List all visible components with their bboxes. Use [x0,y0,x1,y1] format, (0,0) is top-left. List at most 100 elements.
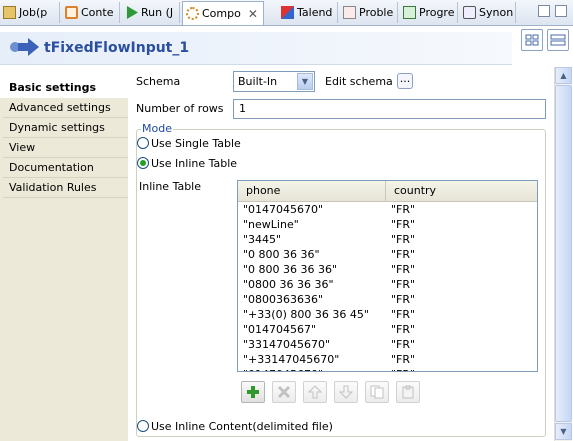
tab-label: Conte [81,6,114,19]
edit-schema-button[interactable]: ... [397,73,413,89]
component-arrow-icon [10,38,39,56]
tab-progress[interactable]: Progre [400,2,458,23]
column-header-country[interactable]: country [386,181,537,201]
table-row[interactable]: "3445" "FR" [238,232,537,247]
nav-basic-settings[interactable]: Basic settings [0,79,130,98]
tab-label: Run (J [141,6,174,19]
table-row[interactable]: "33147045670" "FR" [238,337,537,352]
nav-advanced-settings[interactable]: Advanced settings [3,99,128,118]
table-header: phone country [238,181,537,202]
cell-country[interactable]: "FR" [391,292,415,307]
paste-button[interactable] [396,381,420,403]
cell-country[interactable]: "FR" [391,247,415,262]
table-row[interactable]: "0147045670" "FR" [238,202,537,217]
number-of-rows-input[interactable]: 1 [233,99,546,119]
cell-country[interactable]: "FR" [391,352,415,367]
use-single-table-radio[interactable] [137,137,149,149]
component-title: tFixedFlowInput_1 [44,40,190,56]
tab-problems[interactable]: Proble [340,2,398,23]
tab-run[interactable]: Run (J [122,2,180,23]
tab-job[interactable]: Job(p [0,2,60,23]
cell-country[interactable]: "FR" [391,217,415,232]
nav-documentation[interactable]: Documentation [3,159,128,178]
move-up-button[interactable] [303,381,327,403]
cell-country[interactable]: "FR" [391,322,415,337]
add-row-button[interactable] [241,381,265,403]
use-single-table-label[interactable]: Use Single Table [151,137,241,150]
cell-phone[interactable]: "0147045670" [243,367,323,371]
scroll-thumb[interactable] [555,85,572,422]
cell-country[interactable]: "FR" [391,337,415,352]
chevron-down-icon[interactable]: ▼ [297,73,313,90]
cell-phone[interactable]: "0 800 36 36" [243,247,320,262]
use-inline-table-label[interactable]: Use Inline Table [151,157,237,170]
tab-component[interactable]: Compo ✕ [182,1,264,25]
nav-dynamic-settings[interactable]: Dynamic settings [3,119,128,138]
table-row[interactable]: "newLine" "FR" [238,217,537,232]
cell-phone[interactable]: "014704567" [243,322,316,337]
inline-table[interactable]: phone country "0147045670" "FR" "newLine" "… [237,180,538,372]
settings-nav: Basic settings Advanced settings Dynamic… [0,79,130,441]
cell-phone[interactable]: "newLine" [243,217,299,232]
synonym-icon [463,6,476,19]
cell-phone[interactable]: "0 800 36 36 36" [243,262,337,277]
maximize-icon[interactable] [555,5,567,17]
tab-context[interactable]: Conte [62,2,120,23]
minimize-icon[interactable] [538,5,550,17]
copy-icon [370,385,384,399]
table-row[interactable]: "+33(0) 800 36 36 45" "FR" [238,307,537,322]
talend-icon [281,6,294,19]
cell-phone[interactable]: "3445" [243,232,281,247]
column-header-phone[interactable]: phone [238,181,386,201]
tab-label: Progre [419,6,455,19]
schema-select[interactable]: Built-In ▼ [233,71,315,92]
tab-synonym[interactable]: Synon [460,2,516,23]
grid-layout-icon [525,34,539,46]
cell-country[interactable]: "FR" [391,262,415,277]
tab-label: Talend [297,6,333,19]
table-row[interactable]: "014704567" "FR" [238,322,537,337]
cell-country[interactable]: "FR" [391,367,415,371]
problems-icon [343,6,356,19]
cell-country[interactable]: "FR" [391,307,415,322]
layout-grid-button[interactable] [521,29,543,51]
close-icon[interactable]: ✕ [248,7,258,21]
scroll-down-icon[interactable]: ▼ [555,423,572,440]
arrow-up-icon [308,385,322,399]
table-row[interactable]: "0800 36 36 36" "FR" [238,277,537,292]
cell-country[interactable]: "FR" [391,277,415,292]
cell-phone[interactable]: "0147045670" [243,202,323,217]
context-icon [65,6,78,19]
nav-validation-rules[interactable]: Validation Rules [3,179,128,198]
run-icon [126,6,138,19]
nav-view[interactable]: View [3,139,128,158]
table-row[interactable]: "0800363636" "FR" [238,292,537,307]
paste-icon [402,385,414,399]
inline-table-label: Inline Table [139,180,202,193]
vertical-scrollbar[interactable]: ▲ ▼ [554,67,572,441]
cell-phone[interactable]: "+33147045670" [243,352,339,367]
schema-value: Built-In [238,75,278,88]
table-row[interactable]: "0147045670" "FR" [238,367,537,371]
table-row[interactable]: "0 800 36 36 36" "FR" [238,262,537,277]
table-row[interactable]: "0 800 36 36" "FR" [238,247,537,262]
use-inline-content-radio[interactable] [137,420,149,432]
cell-phone[interactable]: "0800 36 36 36" [243,277,334,292]
layout-rows-button[interactable] [547,29,569,51]
cell-phone[interactable]: "+33(0) 800 36 36 45" [243,307,369,322]
table-row[interactable]: "+33147045670" "FR" [238,352,537,367]
copy-button[interactable] [365,381,389,403]
cell-phone[interactable]: "33147045670" [243,337,330,352]
remove-row-button[interactable] [272,381,296,403]
use-inline-table-radio[interactable] [137,157,149,169]
cell-country[interactable]: "FR" [391,202,415,217]
scroll-up-icon[interactable]: ▲ [555,67,572,84]
use-inline-content-label[interactable]: Use Inline Content(delimited file) [151,420,333,433]
tab-label: Proble [359,6,394,19]
delete-icon [277,385,291,399]
move-down-button[interactable] [334,381,358,403]
cell-phone[interactable]: "0800363636" [243,292,323,307]
cell-country[interactable]: "FR" [391,232,415,247]
tab-talend[interactable]: Talend [278,2,338,23]
component-icon [186,7,199,20]
